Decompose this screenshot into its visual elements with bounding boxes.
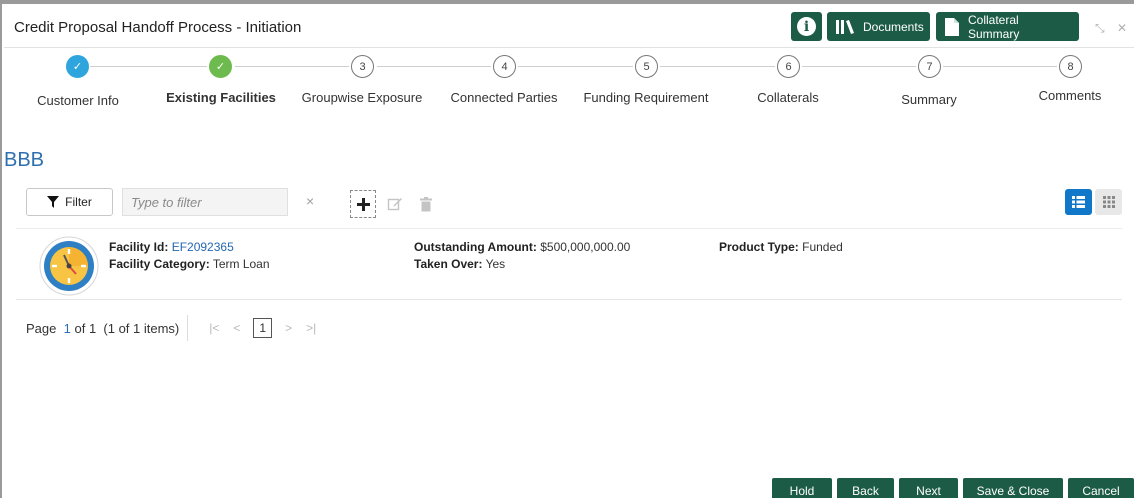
- step-label-customer-info[interactable]: Customer Info: [37, 93, 119, 108]
- outstanding-amount-row: Outstanding Amount: $500,000,000.00: [414, 240, 630, 254]
- grid-view-icon: [1102, 196, 1115, 208]
- add-button[interactable]: [350, 190, 376, 218]
- facility-id-link[interactable]: EF2092365: [172, 240, 234, 254]
- delete-button[interactable]: [416, 194, 436, 214]
- step-connector: [377, 66, 491, 67]
- step-label-existing-facilities[interactable]: Existing Facilities: [166, 90, 276, 105]
- next-page-icon[interactable]: >: [285, 321, 292, 335]
- documents-button[interactable]: Documents: [827, 12, 930, 41]
- step-6-circle[interactable]: 6: [777, 55, 800, 78]
- taken-over-label: Taken Over:: [414, 257, 483, 271]
- step-connector: [518, 66, 633, 67]
- items-summary: (1 of 1 items): [103, 320, 180, 336]
- info-button[interactable]: i: [791, 12, 822, 41]
- taken-over-row: Taken Over: Yes: [414, 257, 505, 271]
- app-window: Credit Proposal Handoff Process - Initia…: [0, 0, 1134, 498]
- step-label-funding-requirement[interactable]: Funding Requirement: [583, 90, 708, 105]
- step-connector: [90, 66, 207, 67]
- step-7-circle[interactable]: 7: [918, 55, 941, 78]
- step-3-circle[interactable]: 3: [351, 55, 374, 78]
- step-label-collaterals[interactable]: Collaterals: [757, 90, 818, 105]
- step-8-circle[interactable]: 8: [1059, 55, 1082, 78]
- window-header: Credit Proposal Handoff Process - Initia…: [4, 8, 1134, 48]
- documents-label: Documents: [863, 19, 924, 34]
- outstanding-amount-value: $500,000,000.00: [540, 240, 631, 254]
- step-1-check-icon[interactable]: ✓: [66, 55, 89, 78]
- step-label-summary[interactable]: Summary: [901, 92, 957, 107]
- facility-category-label: Facility Category:: [109, 257, 210, 271]
- save-close-button[interactable]: Save & Close: [963, 478, 1063, 498]
- step-connector: [660, 66, 775, 67]
- trash-icon: [420, 196, 432, 211]
- step-connector: [235, 66, 349, 67]
- product-type-row: Product Type: Funded: [719, 240, 843, 254]
- step-5-circle[interactable]: 5: [635, 55, 658, 78]
- page-number-box[interactable]: 1: [253, 318, 273, 338]
- list-divider: [16, 228, 1122, 229]
- list-view-icon: [1072, 196, 1085, 208]
- filter-icon: [47, 196, 60, 208]
- document-icon: [945, 17, 959, 36]
- collateral-summary-label: Collateral Summary: [968, 12, 1020, 41]
- cancel-button[interactable]: Cancel: [1068, 478, 1134, 498]
- first-page-icon[interactable]: |<: [209, 321, 219, 335]
- window-title: Credit Proposal Handoff Process - Initia…: [14, 19, 302, 36]
- taken-over-value: Yes: [485, 257, 506, 271]
- info-icon: i: [797, 17, 816, 36]
- step-connector: [943, 66, 1057, 67]
- step-label-comments[interactable]: Comments: [1039, 88, 1102, 103]
- hold-button[interactable]: Hold: [772, 478, 832, 498]
- product-type-value: Funded: [802, 240, 843, 254]
- plus-icon: [356, 197, 370, 211]
- clear-filter-icon[interactable]: ×: [306, 193, 314, 209]
- facility-category-row: Facility Category: Term Loan: [109, 257, 270, 271]
- next-button[interactable]: Next: [899, 478, 958, 498]
- last-page-icon[interactable]: >|: [306, 321, 316, 335]
- filter-button[interactable]: Filter: [26, 188, 113, 216]
- list-divider: [16, 299, 1122, 300]
- edit-button[interactable]: [385, 194, 405, 214]
- pager-divider: [187, 315, 189, 341]
- list-view-button[interactable]: [1065, 189, 1092, 215]
- of-label: of: [74, 320, 86, 336]
- edit-icon: [387, 198, 402, 211]
- step-4-circle[interactable]: 4: [493, 55, 516, 78]
- section-title: BBB: [4, 149, 45, 171]
- prev-page-icon[interactable]: <: [233, 321, 240, 335]
- collateral-summary-button[interactable]: Collateral Summary: [936, 12, 1079, 41]
- step-2-check-icon[interactable]: ✓: [209, 55, 232, 78]
- pagination: Page 1 of 1 (1 of 1 items) |< < 1 > >|: [26, 315, 323, 341]
- outstanding-amount-label: Outstanding Amount:: [414, 240, 537, 254]
- product-type-label: Product Type:: [719, 240, 799, 254]
- close-icon[interactable]: ✕: [1117, 21, 1127, 35]
- step-connector: [802, 66, 916, 67]
- facility-id-label: Facility Id:: [109, 240, 169, 254]
- facility-category-value: Term Loan: [212, 257, 270, 271]
- step-label-groupwise-exposure[interactable]: Groupwise Exposure: [302, 90, 423, 105]
- page-label: Page: [26, 320, 57, 336]
- library-icon: [836, 19, 854, 34]
- step-label-connected-parties[interactable]: Connected Parties: [451, 90, 558, 105]
- back-button[interactable]: Back: [837, 478, 894, 498]
- total-pages: 1: [88, 320, 97, 336]
- process-stepper: ✓ ✓ 3 4 5 6 7 8 Customer Info Existing F…: [2, 50, 1134, 120]
- clock-avatar-icon: [39, 236, 99, 296]
- grid-view-button[interactable]: [1095, 189, 1122, 215]
- facility-id-row: Facility Id: EF2092365: [109, 240, 234, 254]
- minimize-icon[interactable]: ⤡: [1095, 21, 1105, 36]
- current-page: 1: [63, 320, 71, 336]
- filter-label: Filter: [65, 195, 92, 209]
- filter-input[interactable]: [122, 188, 288, 216]
